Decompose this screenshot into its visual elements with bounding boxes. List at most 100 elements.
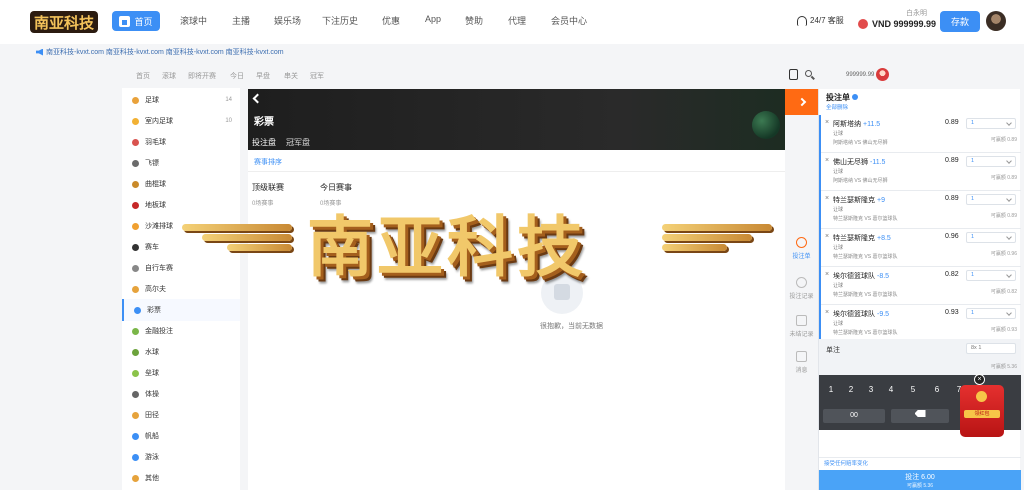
sidebar-item[interactable]: 飞镖 bbox=[122, 152, 240, 174]
announcement-marquee[interactable]: 南亚科技-kvxt.com 南亚科技-kvxt.com 南亚科技-kvxt.co… bbox=[36, 47, 284, 57]
bet-max-win: 可赢额 0.89 bbox=[990, 137, 1017, 143]
brand-logo[interactable]: 南亚科技 bbox=[30, 8, 98, 36]
sidebar-item[interactable]: 高尔夫 bbox=[122, 278, 240, 300]
badminton-icon bbox=[132, 138, 139, 146]
key-5[interactable]: 5 bbox=[903, 385, 923, 394]
gymnastics-icon bbox=[132, 390, 139, 398]
account-name: 白永明 bbox=[906, 10, 927, 17]
nav-member-center[interactable]: 会员中心 bbox=[551, 14, 587, 27]
sidebar-item[interactable]: 赛车 bbox=[122, 236, 240, 258]
remove-bet-icon[interactable]: × bbox=[825, 119, 829, 126]
bet-stake-input[interactable]: 1 bbox=[966, 270, 1016, 281]
deposit-button[interactable]: 存款 bbox=[940, 11, 980, 32]
sidebar-item[interactable]: 水球 bbox=[122, 341, 240, 363]
rail-bet-records[interactable]: 投注记录 bbox=[785, 277, 818, 300]
nav-home-label: 首页 bbox=[134, 16, 153, 27]
bet-odds: 0.89 bbox=[945, 157, 959, 164]
key-1[interactable]: 1 bbox=[821, 385, 841, 394]
refresh-balance-icon[interactable] bbox=[858, 19, 868, 29]
nav-promotions[interactable]: 优惠 bbox=[382, 14, 400, 27]
info-icon[interactable] bbox=[852, 94, 858, 100]
sidebar-item[interactable]: 羽毛球 bbox=[122, 131, 240, 153]
key-4[interactable]: 4 bbox=[881, 385, 901, 394]
nav-agent[interactable]: 代理 bbox=[508, 14, 526, 27]
accept-odds-change-toggle[interactable]: 接受任何赔率变化 bbox=[819, 457, 1021, 470]
bet-selection: 特兰瑟斯隆克 +9 bbox=[833, 197, 885, 204]
nav-app[interactable]: App bbox=[425, 14, 441, 24]
bet-market: 让球 bbox=[833, 207, 844, 213]
search-icon[interactable] bbox=[805, 70, 812, 77]
sidebar-item[interactable]: 金融投注 bbox=[122, 320, 240, 342]
bet-max-win: 可赢额 0.89 bbox=[990, 213, 1017, 219]
remove-bet-icon[interactable]: × bbox=[825, 309, 829, 316]
bet-stake-input[interactable]: 1 bbox=[966, 156, 1016, 167]
subnav-parlay[interactable]: 串关 bbox=[284, 71, 298, 81]
nav-home-button[interactable]: 首页 bbox=[112, 11, 160, 31]
key-delete[interactable] bbox=[891, 409, 949, 423]
bet-row: × 特兰瑟斯隆克 +9 让球 特兰瑟斯隆克 VS 葛尔篮球队 0.89 1 可赢额 0.89 bbox=[819, 191, 1021, 229]
bet-handicap: -9.5 bbox=[877, 311, 890, 318]
clear-all-link[interactable]: 全部删除 bbox=[826, 103, 848, 111]
rail-messages[interactable]: 消息 bbox=[785, 351, 818, 374]
sidebar-item-label: 沙滩排球 bbox=[145, 223, 173, 230]
bet-stake-input[interactable]: 1 bbox=[966, 194, 1016, 205]
sidebar-item[interactable]: 垒球 bbox=[122, 362, 240, 384]
key-6[interactable]: 6 bbox=[927, 385, 947, 394]
nav-bet-history[interactable]: 下注历史 bbox=[322, 14, 358, 27]
key-double-zero[interactable]: 00 bbox=[823, 409, 885, 423]
customer-service-link[interactable]: 24/7 客服 bbox=[797, 15, 844, 26]
subnav-outright[interactable]: 冠军 bbox=[310, 71, 324, 81]
rail-bet-slip[interactable]: 投注单 bbox=[785, 237, 818, 260]
sidebar-item[interactable]: 帆船 bbox=[122, 425, 240, 447]
red-envelope-promo[interactable]: 领红包 bbox=[960, 385, 1004, 437]
sidebar-item[interactable]: 沙滩排球 bbox=[122, 215, 240, 237]
bet-stake-input[interactable]: 1 bbox=[966, 232, 1016, 243]
nav-streamer[interactable]: 主播 bbox=[232, 14, 250, 27]
nav-live[interactable]: 滚球中 bbox=[180, 14, 207, 27]
sidebar-item[interactable]: 其他 bbox=[122, 467, 240, 489]
remove-bet-icon[interactable]: × bbox=[825, 157, 829, 164]
bet-match: 特兰瑟斯隆克 VS 葛尔篮球队 bbox=[833, 330, 898, 336]
sidebar-item[interactable]: 游泳 bbox=[122, 446, 240, 468]
collapse-slip-button[interactable] bbox=[785, 89, 818, 115]
sidebar-item[interactable]: 足球 14 bbox=[122, 89, 240, 111]
bet-stake-input[interactable]: 1 bbox=[966, 308, 1016, 319]
subnav-home[interactable]: 首页 bbox=[136, 71, 150, 81]
remove-bet-icon[interactable]: × bbox=[825, 195, 829, 202]
tab-outright[interactable]: 冠军盘 bbox=[286, 137, 310, 148]
key-3[interactable]: 3 bbox=[861, 385, 881, 394]
close-promo-button[interactable]: × bbox=[974, 374, 985, 385]
subnav-avatar[interactable] bbox=[876, 68, 889, 81]
history-icon bbox=[796, 277, 807, 288]
tab-betting[interactable]: 投注盘 bbox=[252, 137, 276, 152]
rail-unsettled[interactable]: 未结记录 bbox=[785, 315, 818, 338]
sidebar-item[interactable]: 自行车赛 bbox=[122, 257, 240, 279]
sidebar-item[interactable]: 室内足球 10 bbox=[122, 110, 240, 132]
subnav-upcoming[interactable]: 即将开赛 bbox=[188, 71, 216, 81]
sidebar-item[interactable]: 体操 bbox=[122, 383, 240, 405]
bet-stake-input[interactable]: 1 bbox=[966, 118, 1016, 129]
sidebar-item[interactable]: 地板球 bbox=[122, 194, 240, 216]
parlay-stake-input[interactable]: 8x 1 bbox=[966, 343, 1016, 354]
sidebar-item[interactable]: 田径 bbox=[122, 404, 240, 426]
competition-today[interactable]: 今日赛事 bbox=[320, 182, 352, 193]
sort-events-link[interactable]: 赛事排序 bbox=[254, 157, 282, 167]
remove-bet-icon[interactable]: × bbox=[825, 233, 829, 240]
clipboard-icon[interactable] bbox=[789, 69, 798, 80]
subnav-live[interactable]: 滚球 bbox=[162, 71, 176, 81]
futsal-icon bbox=[132, 117, 139, 125]
subnav-early[interactable]: 早盘 bbox=[256, 71, 270, 81]
user-avatar[interactable] bbox=[986, 11, 1006, 31]
subnav-today[interactable]: 今日 bbox=[230, 71, 244, 81]
back-arrow-icon[interactable] bbox=[252, 93, 263, 104]
key-2[interactable]: 2 bbox=[841, 385, 861, 394]
remove-bet-icon[interactable]: × bbox=[825, 271, 829, 278]
nav-sponsor[interactable]: 赞助 bbox=[465, 14, 483, 27]
parlay-row: 单注 8x 1 可赢额 5.36 bbox=[819, 339, 1021, 375]
sidebar-item[interactable]: 曲棍球 bbox=[122, 173, 240, 195]
sidebar-item[interactable]: 彩票 bbox=[122, 299, 240, 321]
sidebar-item-label: 地板球 bbox=[145, 202, 166, 209]
place-bet-button[interactable]: 投注 6.00 可赢额 5.36 bbox=[819, 470, 1021, 490]
competition-top-league[interactable]: 顶级联赛 bbox=[252, 182, 284, 193]
nav-casino[interactable]: 娱乐场 bbox=[274, 14, 301, 27]
